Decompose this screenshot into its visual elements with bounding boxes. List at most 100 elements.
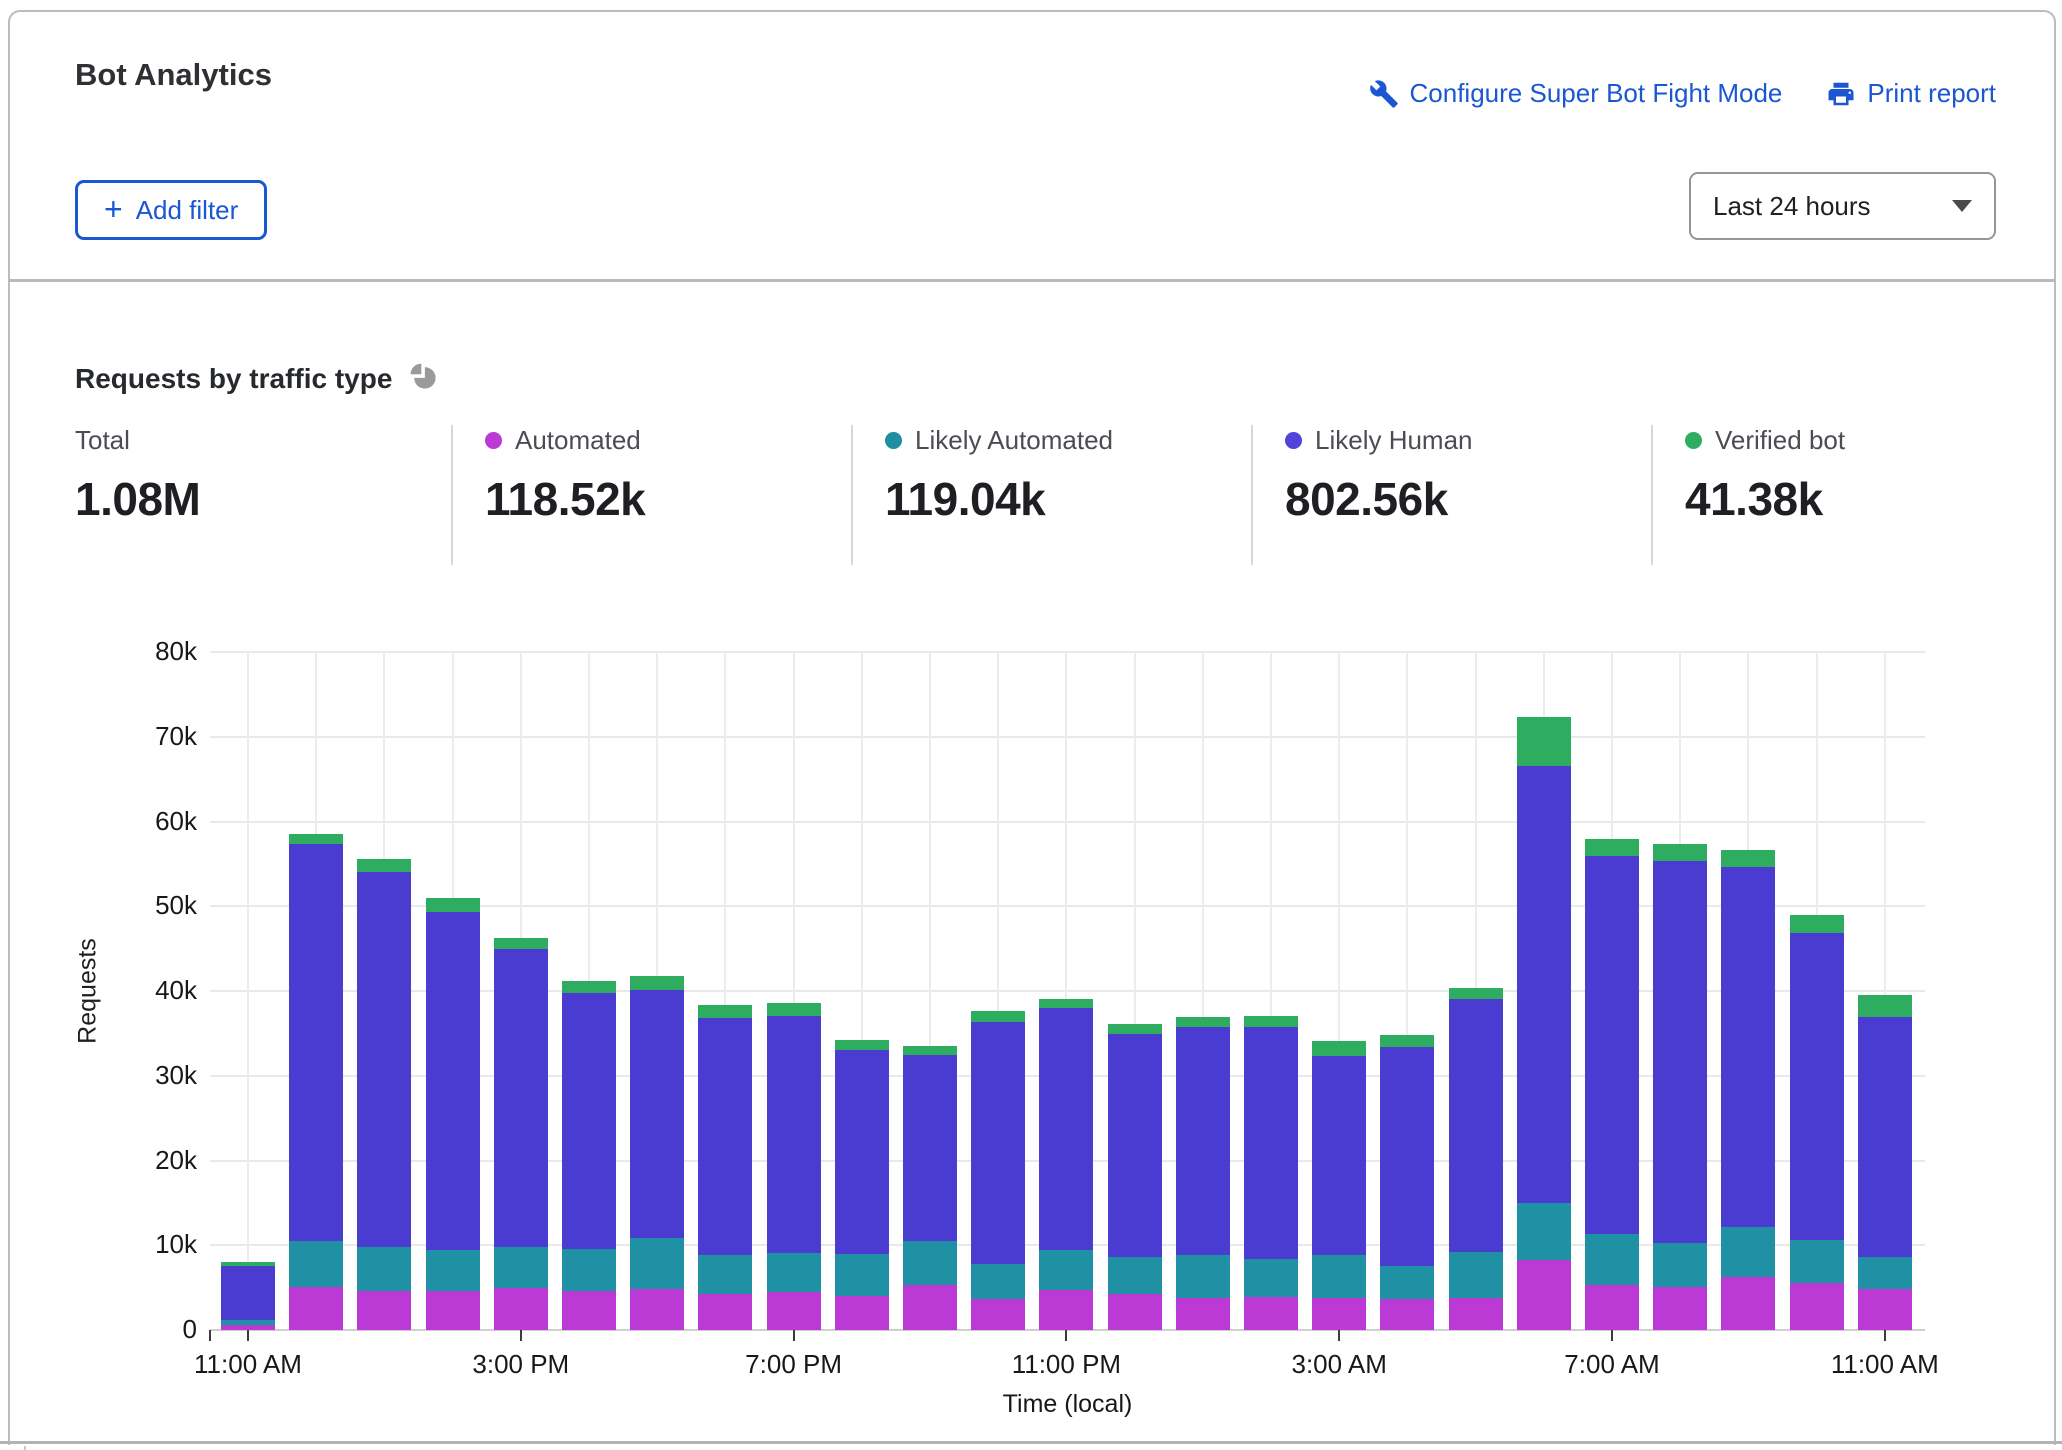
bar-segment-automated (357, 1291, 411, 1330)
bar-segment-likely-human (698, 1018, 752, 1254)
bar-segment-likely-automated (562, 1249, 616, 1291)
bar-segment-verified-bot (903, 1046, 957, 1055)
bar-segment-likely-automated (903, 1241, 957, 1285)
bar-segment-automated (1858, 1289, 1912, 1330)
bar-segment-automated (835, 1296, 889, 1330)
traffic-bar[interactable] (1108, 1024, 1162, 1330)
bar-segment-automated (1312, 1298, 1366, 1330)
bar-segment-verified-bot (1244, 1016, 1298, 1026)
bar-segment-likely-automated (698, 1255, 752, 1295)
x-tick-mark (1611, 1330, 1613, 1341)
traffic-bar[interactable] (1585, 839, 1639, 1330)
x-tick-label: 3:00 AM (1291, 1349, 1386, 1380)
bar-segment-verified-bot (494, 938, 548, 949)
stat-automated: Automated 118.52k (485, 425, 845, 526)
bar-segment-verified-bot (1585, 839, 1639, 856)
y-tick-label: 0 (112, 1314, 197, 1345)
bar-segment-likely-automated (357, 1247, 411, 1291)
traffic-bar[interactable] (630, 976, 684, 1330)
bar-segment-likely-human (221, 1266, 275, 1320)
requests-chart: Time (local) 010k20k30k40k50k60k70k80k11… (210, 652, 1925, 1330)
bar-segment-automated (903, 1285, 957, 1330)
h-gridline (210, 651, 1925, 653)
traffic-bar[interactable] (1380, 1035, 1434, 1330)
traffic-bar[interactable] (971, 1011, 1025, 1330)
y-tick-label: 80k (112, 636, 197, 667)
v-gridline (247, 652, 249, 1330)
likely-human-dot-icon (1285, 432, 1302, 449)
bar-segment-automated (1039, 1290, 1093, 1330)
bar-segment-likely-automated (289, 1241, 343, 1287)
bar-segment-likely-human (1653, 861, 1707, 1242)
bar-segment-verified-bot (1176, 1017, 1230, 1027)
traffic-bar[interactable] (494, 938, 548, 1330)
x-tick-mark (247, 1330, 249, 1341)
y-tick-label: 30k (112, 1060, 197, 1091)
stat-divider (1251, 425, 1253, 565)
bar-segment-verified-bot (1039, 999, 1093, 1008)
print-report-link[interactable]: Print report (1826, 78, 1996, 109)
traffic-bar[interactable] (1721, 850, 1775, 1330)
bar-segment-likely-human (357, 872, 411, 1247)
traffic-bar[interactable] (903, 1046, 957, 1330)
traffic-bar[interactable] (1517, 717, 1571, 1330)
bar-segment-automated (221, 1325, 275, 1330)
traffic-bar[interactable] (1244, 1016, 1298, 1330)
x-tick-mark (1065, 1330, 1067, 1341)
add-filter-button[interactable]: + Add filter (75, 180, 267, 240)
configure-link-label: Configure Super Bot Fight Mode (1410, 78, 1783, 109)
traffic-bar[interactable] (1653, 844, 1707, 1330)
section-title-label: Requests by traffic type (75, 363, 392, 395)
traffic-bar[interactable] (289, 834, 343, 1330)
traffic-bar[interactable] (426, 898, 480, 1330)
bar-segment-automated (1176, 1298, 1230, 1330)
pie-chart-icon (407, 360, 438, 398)
traffic-bar[interactable] (1312, 1041, 1366, 1330)
bar-segment-automated (426, 1291, 480, 1330)
y-tick-label: 10k (112, 1229, 197, 1260)
traffic-bar[interactable] (835, 1040, 889, 1330)
configure-super-bot-fight-mode-link[interactable]: Configure Super Bot Fight Mode (1369, 78, 1783, 109)
bar-segment-automated (630, 1289, 684, 1330)
stat-divider (451, 425, 453, 565)
traffic-bar[interactable] (357, 859, 411, 1330)
x-axis-title: Time (local) (1003, 1390, 1133, 1419)
bar-segment-automated (1790, 1283, 1844, 1330)
h-gridline (210, 736, 1925, 738)
bar-segment-automated (1380, 1299, 1434, 1330)
y-tick-label: 40k (112, 975, 197, 1006)
time-range-value: Last 24 hours (1713, 191, 1871, 222)
section-title: Requests by traffic type (75, 360, 438, 398)
bar-segment-verified-bot (357, 859, 411, 873)
bar-segment-verified-bot (426, 898, 480, 912)
bar-segment-likely-automated (1312, 1255, 1366, 1298)
bar-segment-likely-human (562, 993, 616, 1249)
bar-segment-verified-bot (1108, 1024, 1162, 1034)
stat-total-value: 1.08M (75, 472, 435, 526)
traffic-bar[interactable] (562, 981, 616, 1330)
bar-segment-automated (289, 1287, 343, 1330)
traffic-bar[interactable] (1039, 999, 1093, 1330)
bar-segment-automated (1653, 1287, 1707, 1330)
traffic-bar[interactable] (698, 1005, 752, 1330)
time-range-select[interactable]: Last 24 hours (1689, 172, 1996, 240)
bar-segment-likely-human (835, 1050, 889, 1254)
bar-segment-likely-human (1721, 867, 1775, 1227)
traffic-bar[interactable] (221, 1262, 275, 1330)
bar-segment-verified-bot (1312, 1041, 1366, 1056)
bar-segment-automated (767, 1292, 821, 1330)
bar-segment-verified-bot (562, 981, 616, 993)
traffic-bar[interactable] (1858, 995, 1912, 1330)
wrench-icon (1369, 79, 1399, 109)
x-tick-mark (1884, 1330, 1886, 1341)
bar-segment-likely-automated (1517, 1203, 1571, 1260)
traffic-bar[interactable] (1176, 1017, 1230, 1330)
traffic-bar[interactable] (1790, 915, 1844, 1330)
bar-segment-automated (1585, 1285, 1639, 1330)
stat-likely-automated-value: 119.04k (885, 472, 1245, 526)
traffic-bar[interactable] (1449, 988, 1503, 1330)
traffic-bar[interactable] (767, 1003, 821, 1330)
x-tick-label: 7:00 AM (1564, 1349, 1659, 1380)
bar-segment-likely-human (1176, 1027, 1230, 1254)
bar-segment-likely-human (426, 912, 480, 1249)
